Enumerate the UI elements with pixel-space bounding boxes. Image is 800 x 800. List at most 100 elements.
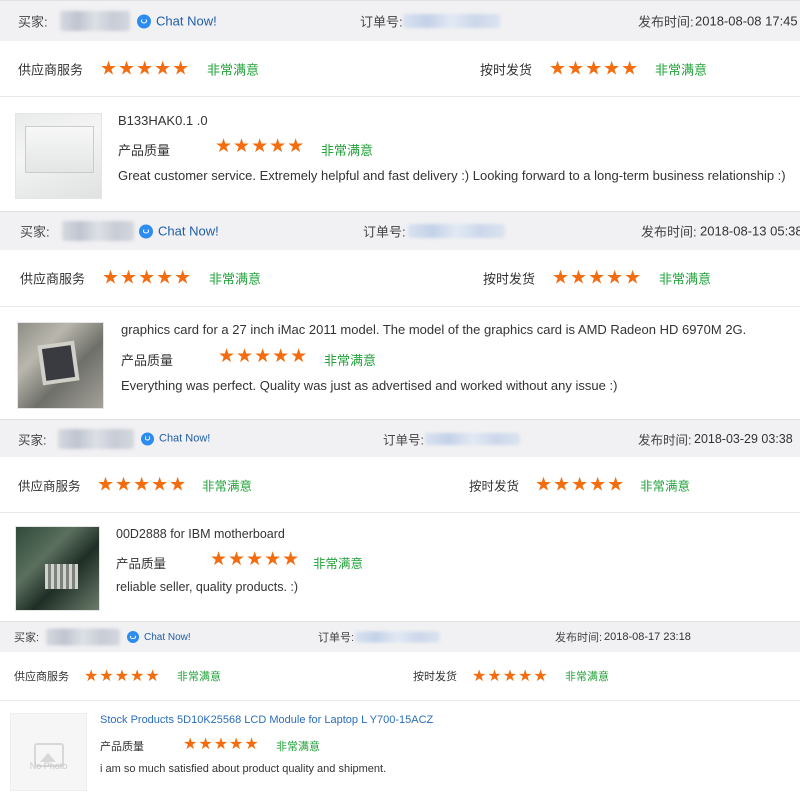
quality-label: 产品质量 (118, 143, 171, 158)
chat-now-label: Chat Now! (144, 631, 191, 643)
review-comment: Everything was perfect. Quality was just… (121, 378, 618, 393)
supplier-service-label: 供应商服务 (14, 671, 69, 683)
supplier-service-stars: ★★★★★ (102, 267, 193, 289)
on-time-stars: ★★★★★ (535, 474, 626, 495)
publish-time: 2018-08-13 05:38 (700, 223, 800, 239)
review-header: 买家: Chat Now! 订单号: 发布时间: 2018-08-13 05:3… (0, 211, 800, 251)
quality-stars: ★★★★★ (218, 346, 309, 367)
order-number-blurred (403, 14, 500, 28)
chat-now-label: Chat Now! (159, 432, 211, 445)
supplier-service-stars: ★★★★★ (100, 58, 191, 79)
quality-rating: 非常满意 (313, 557, 364, 571)
buyer-label: 买家: (20, 224, 50, 240)
quality-rating: 非常满意 (276, 741, 320, 753)
chat-bubble-icon (137, 14, 151, 28)
product-section: 00D2888 for IBM motherboard 产品质量 ★★★★★ 非… (0, 513, 800, 621)
reviews-list: 买家: Chat Now! 订单号: 发布时间: 2018-08-08 17:4… (0, 0, 800, 800)
quality-label: 产品质量 (100, 741, 144, 753)
chat-now-link[interactable]: Chat Now! (141, 432, 210, 445)
quality-stars: ★★★★★ (183, 736, 260, 753)
product-thumbnail-graphics-card[interactable] (17, 322, 104, 409)
review-header: 买家: Chat Now! 订单号: 发布时间: 2018-08-17 23:1… (0, 621, 800, 653)
on-time-rating: 非常满意 (565, 671, 609, 683)
quality-rating: 非常满意 (321, 143, 374, 158)
chat-now-link[interactable]: Chat Now! (137, 14, 217, 29)
on-time-stars: ★★★★★ (552, 267, 643, 289)
publish-time-label: 发布时间: (641, 224, 697, 240)
product-title: B133HAK0.1 .0 (118, 113, 208, 128)
chat-bubble-icon (141, 432, 154, 445)
publish-time-label: 发布时间: (555, 632, 603, 644)
order-label: 订单号: (363, 224, 406, 240)
buyer-name-blurred (58, 428, 134, 449)
on-time-rating: 非常满意 (659, 271, 712, 287)
review-header: 买家: Chat Now! 订单号: 发布时间: 2018-08-08 17:4… (0, 0, 800, 42)
review-comment: reliable seller, quality products. :) (116, 580, 299, 594)
review-comment: Great customer service. Extremely helpfu… (118, 168, 786, 183)
supplier-service-rating: 非常满意 (207, 62, 260, 77)
product-title: 00D2888 for IBM motherboard (116, 527, 285, 541)
buyer-label: 买家: (14, 632, 40, 644)
supplier-service-label: 供应商服务 (18, 479, 81, 493)
on-time-label: 按时发货 (480, 62, 533, 77)
product-thumbnail-lcd-panel[interactable] (15, 113, 102, 199)
product-thumbnail-motherboard[interactable] (15, 526, 100, 611)
seller-ratings-row: 供应商服务 ★★★★★ 非常满意 按时发货 ★★★★★ 非常满意 (0, 250, 800, 307)
on-time-rating: 非常满意 (655, 62, 708, 77)
product-title: graphics card for a 27 inch iMac 2011 mo… (121, 322, 747, 337)
review-card: 买家: Chat Now! 订单号: 发布时间: 2018-08-17 23:1… (0, 621, 800, 800)
product-title-link[interactable]: Stock Products 5D10K25568 LCD Module for… (100, 714, 433, 726)
product-thumbnail-no-photo[interactable]: No Photo (10, 713, 87, 791)
chat-bubble-icon (127, 631, 139, 643)
order-number-blurred (355, 631, 440, 643)
quality-label: 产品质量 (121, 353, 174, 368)
order-label: 订单号: (360, 14, 403, 30)
on-time-label: 按时发货 (413, 671, 457, 683)
chat-now-label: Chat Now! (156, 13, 217, 29)
seller-ratings-row: 供应商服务 ★★★★★ 非常满意 按时发货 ★★★★★ 非常满意 (0, 652, 800, 701)
order-label: 订单号: (318, 632, 355, 644)
on-time-stars: ★★★★★ (549, 58, 640, 79)
product-section: B133HAK0.1 .0 产品质量 ★★★★★ 非常满意 Great cust… (0, 97, 800, 211)
buyer-name-blurred (60, 11, 130, 31)
product-section: graphics card for a 27 inch iMac 2011 mo… (0, 307, 800, 419)
quality-rating: 非常满意 (324, 353, 377, 368)
supplier-service-label: 供应商服务 (18, 62, 84, 77)
review-card: 买家: Chat Now! 订单号: 发布时间: 2018-08-08 17:4… (0, 0, 800, 211)
supplier-service-rating: 非常满意 (209, 271, 262, 287)
seller-ratings-row: 供应商服务 ★★★★★ 非常满意 按时发货 ★★★★★ 非常满意 (0, 457, 800, 513)
buyer-label: 买家: (18, 433, 47, 447)
review-card: 买家: Chat Now! 订单号: 发布时间: 2018-03-29 03:3… (0, 419, 800, 621)
product-section: No Photo Stock Products 5D10K25568 LCD M… (0, 701, 800, 800)
publish-time-label: 发布时间: (638, 14, 694, 30)
review-header: 买家: Chat Now! 订单号: 发布时间: 2018-03-29 03:3… (0, 419, 800, 458)
seller-ratings-row: 供应商服务 ★★★★★ 非常满意 按时发货 ★★★★★ 非常满意 (0, 41, 800, 97)
order-label: 订单号: (383, 433, 424, 447)
order-number-blurred (408, 224, 505, 238)
publish-time: 2018-08-08 17:45 (695, 13, 798, 29)
review-comment: i am so much satisfied about product qua… (100, 763, 387, 775)
quality-stars: ★★★★★ (215, 136, 306, 157)
buyer-name-blurred (62, 221, 134, 241)
chat-now-label: Chat Now! (158, 223, 219, 239)
quality-label: 产品质量 (116, 557, 167, 571)
no-photo-text: No Photo (29, 761, 68, 772)
chat-now-link[interactable]: Chat Now! (139, 224, 219, 239)
order-number-blurred (425, 432, 520, 445)
on-time-label: 按时发货 (483, 271, 536, 287)
on-time-stars: ★★★★★ (472, 668, 549, 685)
chat-bubble-icon (139, 224, 153, 238)
supplier-service-stars: ★★★★★ (84, 668, 161, 685)
chat-now-link[interactable]: Chat Now! (127, 631, 191, 643)
on-time-rating: 非常满意 (640, 479, 691, 493)
publish-time-label: 发布时间: (638, 433, 692, 447)
supplier-service-rating: 非常满意 (177, 671, 221, 683)
buyer-name-blurred (46, 628, 120, 646)
on-time-label: 按时发货 (469, 479, 520, 493)
supplier-service-stars: ★★★★★ (97, 474, 188, 495)
supplier-service-label: 供应商服务 (20, 271, 86, 287)
quality-stars: ★★★★★ (210, 549, 301, 570)
buyer-label: 买家: (18, 14, 48, 30)
publish-time: 2018-08-17 23:18 (604, 631, 691, 643)
review-card: 买家: Chat Now! 订单号: 发布时间: 2018-08-13 05:3… (0, 211, 800, 419)
